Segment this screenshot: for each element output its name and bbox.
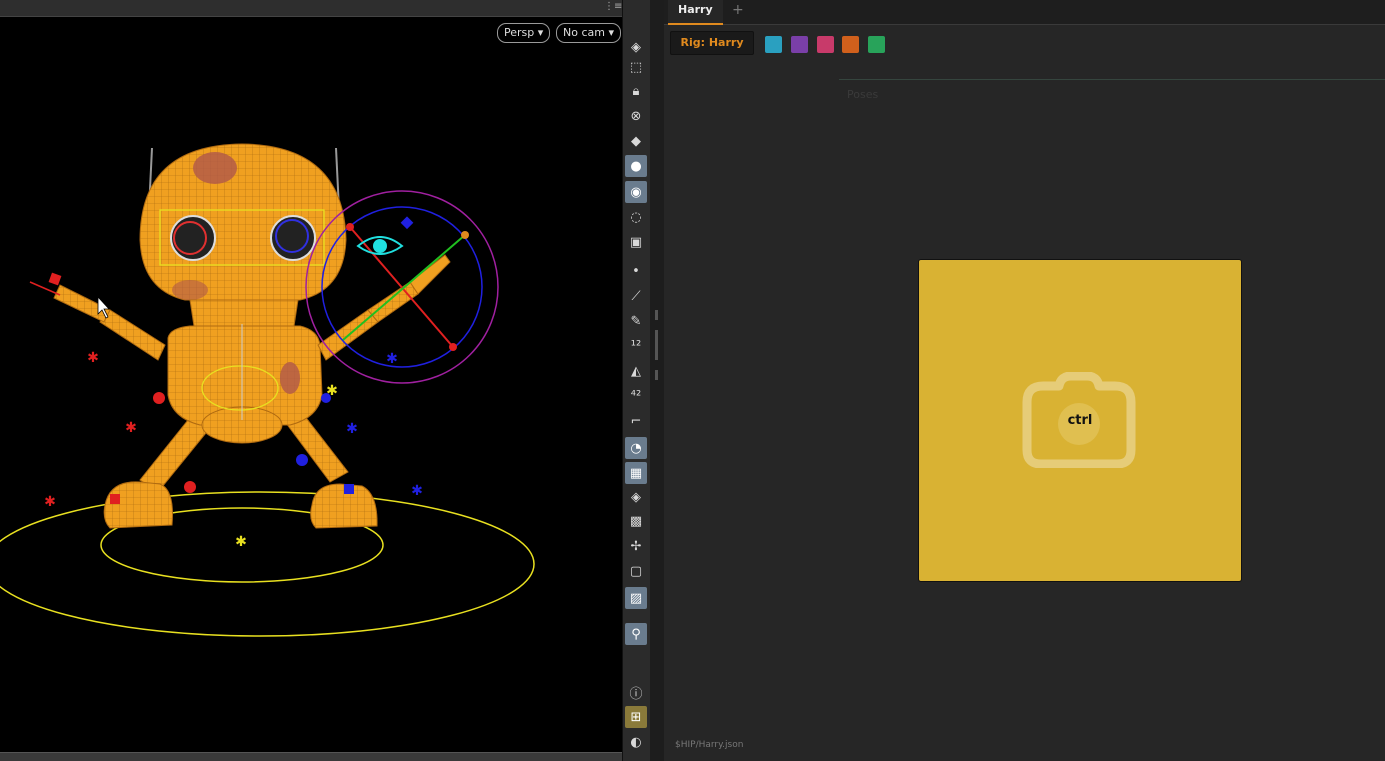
viewport-footer xyxy=(0,752,622,761)
poses-header: Poses xyxy=(847,88,879,101)
display-icon[interactable]: ▣ xyxy=(625,231,647,253)
color-swatch[interactable] xyxy=(791,36,808,53)
svg-text:✱: ✱ xyxy=(326,383,338,399)
background-icon[interactable]: ▨ xyxy=(625,587,647,609)
lighting-icon[interactable]: ◆ xyxy=(625,130,647,152)
prim-number-icon[interactable]: ⁴² xyxy=(625,385,647,407)
camera-menu[interactable]: No cam ▾ xyxy=(556,23,621,43)
color-swatch[interactable] xyxy=(842,36,859,53)
point-icon[interactable]: • xyxy=(625,260,647,282)
pose-library-pane: Harry + Rig: Harry Poses ctrl $HIP/Harry… xyxy=(664,0,1385,761)
perspective-menu[interactable]: Persp ▾ xyxy=(497,23,551,43)
visibility-icon[interactable]: ◌ xyxy=(625,206,647,228)
camera-icon[interactable]: ◉ xyxy=(625,181,647,203)
rig-selector-button[interactable]: Rig: Harry xyxy=(670,31,754,55)
splitter-grip[interactable] xyxy=(655,310,658,320)
axis-icon[interactable]: ✢ xyxy=(625,535,647,557)
color-swatch[interactable] xyxy=(765,36,782,53)
svg-text:✱: ✱ xyxy=(125,420,137,436)
info-icon[interactable]: ⓘ xyxy=(625,681,647,703)
shade-icon[interactable]: ◭ xyxy=(625,360,647,382)
wire-icon[interactable]: ⟋ xyxy=(625,285,647,307)
add-tab-button[interactable]: + xyxy=(732,2,744,18)
svg-text:✱: ✱ xyxy=(44,494,56,510)
grid-layout-icon[interactable]: ⊞ xyxy=(625,706,647,728)
pane-splitter[interactable] xyxy=(650,0,664,761)
svg-text:✱: ✱ xyxy=(386,351,398,367)
tab-harry[interactable]: Harry xyxy=(668,0,723,25)
svg-text:✱: ✱ xyxy=(87,350,99,366)
layer-icon[interactable]: ◈ xyxy=(625,486,647,508)
tab-bar: Harry + xyxy=(664,0,1385,25)
box-icon[interactable]: ▩ xyxy=(625,510,647,532)
root-control-outer xyxy=(0,491,535,637)
svg-text:✱: ✱ xyxy=(235,534,247,550)
curve-icon[interactable]: ⌐ xyxy=(625,410,647,432)
splitter-grip[interactable] xyxy=(655,370,658,380)
checker-icon[interactable]: ▦ xyxy=(625,462,647,484)
file-path: $HIP/Harry.json xyxy=(675,740,744,750)
handles-icon[interactable]: ◈ xyxy=(625,36,647,58)
svg-text:✱: ✱ xyxy=(346,421,358,437)
svg-text:✱: ✱ xyxy=(411,483,423,499)
color-swatch[interactable] xyxy=(868,36,885,53)
section-divider xyxy=(839,79,1385,80)
eye-icon[interactable]: ◐ xyxy=(625,731,647,753)
ghost-icon[interactable]: ⊗ xyxy=(625,105,647,127)
point-number-icon[interactable]: ¹² xyxy=(625,335,647,357)
lock-icon[interactable]: 🔒︎ xyxy=(625,80,647,102)
color-swatch[interactable] xyxy=(817,36,834,53)
pose-label: ctrl xyxy=(1067,413,1093,428)
splitter-grip[interactable] xyxy=(655,330,658,360)
pose-thumbnail[interactable]: ctrl xyxy=(918,259,1242,582)
smooth-icon[interactable]: ◔ xyxy=(625,437,647,459)
view-icon[interactable]: ⬚ xyxy=(625,56,647,78)
frame-icon[interactable]: ▢ xyxy=(625,560,647,582)
display-toolbar: ◈ ⬚ 🔒︎ ⊗ ◆ ● ◉ ◌ ▣ • ⟋ ✎ ¹² ◭ ⁴² ⌐ ◔ ▦ ◈… xyxy=(622,0,651,761)
robot-rig-scene[interactable]: ✱ ✱ ✱ ✱ ✱ ✱ ✱ ✱ xyxy=(0,0,622,761)
brush-icon[interactable]: ✎ xyxy=(625,310,647,332)
scene-viewport[interactable]: ⋮≡ ✱ ✱ ✱ ✱ ✱ ✱ ✱ ✱ Persp ▾ No cam ▾ xyxy=(0,0,622,761)
headlight-icon[interactable]: ● xyxy=(625,155,647,177)
pin-icon[interactable]: ⚲ xyxy=(625,623,647,645)
